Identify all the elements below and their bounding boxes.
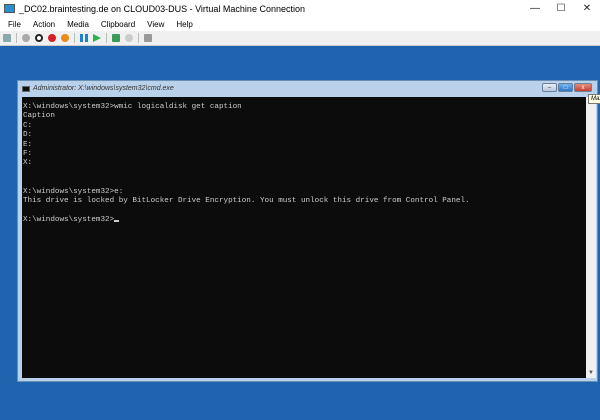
console-line: ​ (23, 178, 586, 187)
toolbar (0, 31, 600, 46)
cmd-icon (22, 85, 30, 92)
console-line: F: (23, 150, 33, 159)
start-icon[interactable] (22, 34, 30, 42)
enhanced-session-icon[interactable] (144, 34, 152, 42)
save-icon[interactable] (61, 34, 69, 42)
vm-connection-icon (4, 4, 15, 13)
menu-clipboard[interactable]: Clipboard (101, 20, 135, 29)
menu-file[interactable]: File (8, 20, 21, 29)
console-line: Caption (23, 112, 55, 121)
menu-help[interactable]: Help (176, 20, 192, 29)
pause-icon[interactable] (80, 34, 88, 42)
separator (16, 33, 17, 43)
console-line: X:\windows\system32>e: (23, 187, 124, 196)
maximize-button[interactable]: ☐ (548, 3, 574, 14)
console-line: C: (23, 121, 33, 130)
console-line: ​ (23, 169, 586, 178)
console-prompt-line: X:\windows\system32> (23, 216, 586, 225)
menu-bar: File Action Media Clipboard View Help (0, 17, 600, 31)
shut-down-icon[interactable] (48, 34, 56, 42)
checkpoint-icon[interactable] (112, 34, 120, 42)
menu-action[interactable]: Action (33, 20, 55, 29)
window-title: _DC02.braintesting.de on CLOUD03-DUS - V… (19, 3, 305, 14)
console-line: E: (23, 140, 33, 149)
menu-media[interactable]: Media (67, 20, 89, 29)
ctrl-alt-del-icon[interactable] (3, 34, 11, 42)
scroll-down-arrow-icon[interactable]: ▼ (588, 370, 594, 376)
cmd-title: Administrator: X:\windows\system32\cmd.e… (33, 85, 174, 92)
cmd-window: Administrator: X:\windows\system32\cmd.e… (17, 80, 598, 382)
title-bar: _DC02.braintesting.de on CLOUD03-DUS - V… (0, 0, 600, 17)
console-line: ​ (23, 206, 586, 215)
minimize-button[interactable]: — (522, 3, 548, 14)
close-button[interactable]: ✕ (574, 3, 600, 14)
console-line: D: (23, 131, 33, 140)
console-line: X: (23, 159, 33, 168)
vertical-scrollbar[interactable]: ▼ (586, 97, 596, 378)
cmd-close-button[interactable]: x (574, 83, 592, 92)
revert-icon[interactable] (125, 34, 133, 42)
maximize-tooltip: Maximize (588, 94, 600, 104)
separator (138, 33, 139, 43)
separator (74, 33, 75, 43)
cmd-title-bar: Administrator: X:\windows\system32\cmd.e… (18, 81, 597, 96)
cmd-maximize-button[interactable]: □ (558, 83, 573, 92)
turn-off-icon[interactable] (35, 34, 43, 42)
separator (106, 33, 107, 43)
console-line: X:\windows\system32>wmic logicaldisk get… (23, 103, 242, 111)
text-cursor (114, 219, 120, 222)
console-output[interactable]: X:\windows\system32>wmic logicaldisk get… (22, 97, 586, 378)
resume-icon[interactable] (93, 34, 101, 42)
console-prompt: X:\windows\system32> (23, 215, 115, 224)
cmd-minimize-button[interactable]: – (542, 83, 557, 92)
console-line: This drive is locked by BitLocker Drive … (23, 197, 470, 206)
menu-view[interactable]: View (147, 20, 164, 29)
